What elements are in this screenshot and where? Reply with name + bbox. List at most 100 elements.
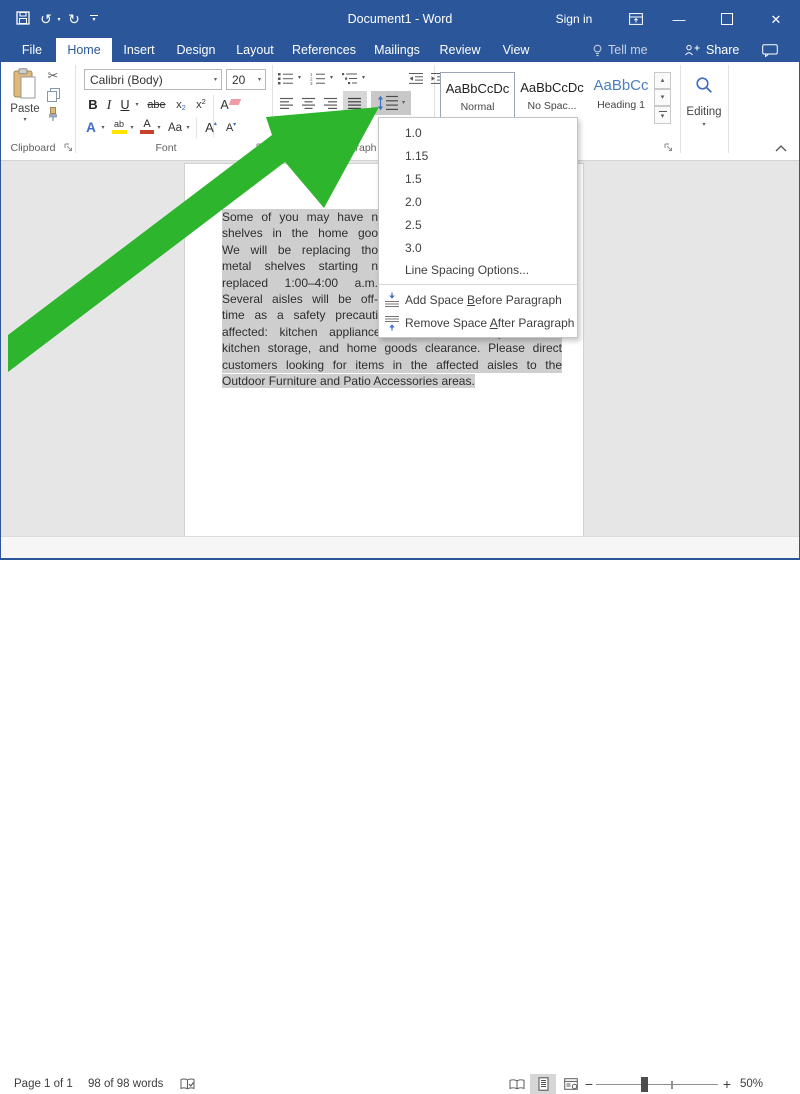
- grow-font-button[interactable]: A ▴: [202, 118, 220, 137]
- multilevel-list-icon[interactable]: [341, 69, 359, 87]
- undo-dropdown-icon[interactable]: ▾: [55, 0, 63, 38]
- styles-scroll-down-icon[interactable]: ▾: [654, 89, 671, 106]
- menu-item-remove-space-after[interactable]: Remove Space After Paragraph: [379, 311, 577, 334]
- tab-mailings[interactable]: Mailings: [364, 38, 430, 62]
- text-effects-button[interactable]: A: [83, 118, 99, 137]
- share-button[interactable]: Share: [684, 38, 739, 62]
- doc-line[interactable]: shelves in the home goo: [222, 225, 378, 242]
- change-case-dropdown-icon[interactable]: ▾: [184, 118, 192, 137]
- highlight-button[interactable]: ab: [110, 119, 128, 137]
- doc-line[interactable]: kitchen storage, and home goods clearanc…: [222, 340, 562, 357]
- paste-button[interactable]: [10, 67, 40, 101]
- line-spacing-button[interactable]: ▾: [371, 91, 411, 115]
- redo-icon[interactable]: ↻: [66, 0, 82, 38]
- zoom-slider-track[interactable]: [596, 1084, 718, 1085]
- font-dialog-launcher-icon[interactable]: [256, 143, 265, 152]
- menu-item-1-0[interactable]: 1.0: [379, 121, 577, 144]
- editing-group-label[interactable]: Editing: [679, 106, 729, 118]
- proofing-icon[interactable]: [180, 1076, 195, 1092]
- copy-icon[interactable]: [45, 87, 61, 103]
- tab-insert[interactable]: Insert: [112, 38, 166, 62]
- italic-button[interactable]: I: [103, 95, 115, 114]
- menu-item-add-space-before[interactable]: Add Space Before Paragraph: [379, 288, 577, 311]
- doc-line[interactable]: metal shelves starting n: [222, 258, 378, 275]
- superscript-button[interactable]: x2: [192, 95, 210, 114]
- tab-file[interactable]: File: [8, 38, 56, 62]
- word-count[interactable]: 98 of 98 words: [88, 1076, 163, 1092]
- tab-references[interactable]: References: [284, 38, 364, 62]
- tell-me-box[interactable]: Tell me: [592, 38, 648, 62]
- doc-line[interactable]: time as a safety precauti: [222, 307, 378, 324]
- borders-button-arrow-icon[interactable]: ↓: [357, 120, 369, 134]
- maximize-button[interactable]: [712, 0, 742, 38]
- bold-button[interactable]: B: [85, 95, 101, 114]
- multilevel-dropdown-icon[interactable]: ▾: [359, 69, 368, 87]
- close-button[interactable]: ✕: [760, 0, 792, 38]
- paste-label[interactable]: Paste: [2, 103, 48, 115]
- tab-review[interactable]: Review: [430, 38, 490, 62]
- doc-line[interactable]: replaced 1:00–4:00 a.m.: [222, 274, 378, 292]
- minimize-button[interactable]: —: [664, 0, 694, 38]
- menu-item-2-5[interactable]: 2.5: [379, 213, 577, 236]
- print-layout-icon[interactable]: [530, 1074, 556, 1094]
- font-name-combo[interactable]: Calibri (Body) ▾: [84, 69, 222, 90]
- bullets-dropdown-icon[interactable]: ▾: [295, 69, 304, 87]
- align-right-icon[interactable]: [321, 93, 341, 113]
- doc-line[interactable]: customers looking for items in the affec…: [222, 356, 562, 374]
- change-case-button[interactable]: Aa: [165, 118, 185, 137]
- doc-line[interactable]: We will be replacing tho: [222, 241, 378, 259]
- numbering-dropdown-icon[interactable]: ▾: [327, 69, 336, 87]
- tab-view[interactable]: View: [490, 38, 542, 62]
- style-item-heading1[interactable]: AaBbCc Heading 1: [590, 72, 652, 124]
- collapse-ribbon-icon[interactable]: [772, 142, 790, 154]
- shrink-font-button[interactable]: A ▾: [222, 118, 240, 137]
- decrease-indent-icon[interactable]: [406, 69, 426, 87]
- undo-icon[interactable]: ↺: [38, 0, 54, 38]
- bullets-icon[interactable]: [277, 69, 295, 87]
- clear-formatting-button[interactable]: A: [218, 95, 242, 114]
- menu-item-line-spacing-options[interactable]: Line Spacing Options...: [379, 259, 577, 281]
- customize-quick-access-icon[interactable]: ▾: [88, 0, 100, 38]
- cut-icon[interactable]: ✂: [44, 68, 62, 84]
- font-size-combo[interactable]: 20 ▾: [226, 69, 266, 90]
- save-icon[interactable]: [16, 11, 30, 25]
- zoom-level[interactable]: 50%: [740, 1076, 763, 1092]
- sign-in-button[interactable]: Sign in: [552, 0, 596, 38]
- editing-search-button[interactable]: [686, 68, 722, 102]
- format-painter-icon[interactable]: [45, 106, 61, 122]
- tab-home[interactable]: Home: [56, 38, 112, 62]
- tab-design[interactable]: Design: [166, 38, 226, 62]
- ribbon-display-options-icon[interactable]: [626, 0, 646, 38]
- comment-icon[interactable]: [758, 38, 782, 62]
- underline-dropdown-icon[interactable]: ▾: [133, 95, 141, 114]
- numbering-icon[interactable]: 123: [309, 69, 327, 87]
- menu-item-1-5[interactable]: 1.5: [379, 167, 577, 190]
- clipboard-dialog-launcher-icon[interactable]: [64, 143, 73, 152]
- styles-dialog-launcher-icon[interactable]: [664, 143, 673, 152]
- subscript-button[interactable]: x2: [172, 95, 190, 114]
- menu-item-2-0[interactable]: 2.0: [379, 190, 577, 213]
- highlight-dropdown-icon[interactable]: ▾: [128, 118, 136, 137]
- web-layout-icon[interactable]: [560, 1074, 582, 1094]
- page-count[interactable]: Page 1 of 1: [14, 1076, 73, 1092]
- font-color-button[interactable]: A: [139, 118, 155, 137]
- doc-line[interactable]: Several aisles will be off-: [222, 291, 378, 308]
- align-left-icon[interactable]: [277, 93, 297, 113]
- menu-item-3-0[interactable]: 3.0: [379, 236, 577, 259]
- tab-layout[interactable]: Layout: [226, 38, 284, 62]
- zoom-slider-thumb[interactable]: [641, 1077, 648, 1092]
- underline-button[interactable]: U: [118, 95, 132, 114]
- align-center-icon[interactable]: [299, 93, 319, 113]
- menu-item-1-15[interactable]: 1.15: [379, 144, 577, 167]
- zoom-out-button[interactable]: −: [583, 1076, 595, 1092]
- paste-dropdown-icon[interactable]: ▾: [21, 117, 29, 123]
- doc-line[interactable]: Outdoor Furniture and Patio Accessories …: [222, 373, 562, 389]
- zoom-in-button[interactable]: +: [720, 1076, 734, 1092]
- editing-dropdown-icon[interactable]: ▾: [698, 122, 710, 128]
- font-color-dropdown-icon[interactable]: ▾: [155, 118, 163, 137]
- doc-line[interactable]: Some of you may have n: [222, 209, 378, 226]
- styles-more-icon[interactable]: ▾: [654, 106, 671, 124]
- text-effects-dropdown-icon[interactable]: ▾: [99, 118, 107, 137]
- strikethrough-button[interactable]: abe: [144, 95, 169, 114]
- styles-scroll-up-icon[interactable]: ▴: [654, 72, 671, 89]
